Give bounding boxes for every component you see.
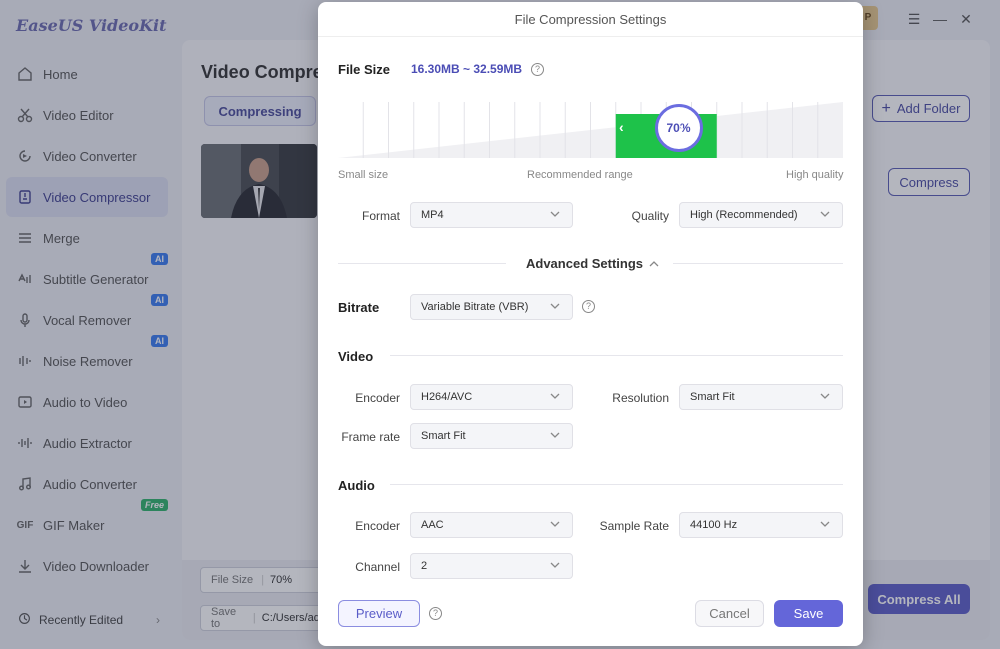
scale-label-small: Small size [338,169,389,181]
channel-select[interactable]: 2 [410,553,573,579]
format-select[interactable]: MP4 [410,202,573,228]
chevron-down-icon [820,521,830,527]
divider [390,484,843,485]
chevron-left-icon[interactable]: ‹ [619,119,624,135]
format-value: MP4 [421,209,444,221]
advanced-settings-label: Advanced Settings [526,256,644,271]
help-icon[interactable]: ? [582,300,595,313]
scale-label-recommended: Recommended range [527,169,633,181]
chevron-right-icon[interactable]: › [679,119,684,135]
quality-value: High (Recommended) [690,209,798,221]
chevron-down-icon [550,303,560,309]
channel-label: Channel [355,560,400,574]
divider [318,36,863,37]
video-encoder-value: H264/AVC [421,391,473,403]
format-label: Format [361,209,400,223]
preview-button[interactable]: Preview [338,600,420,627]
bitrate-label: Bitrate [338,300,380,315]
video-encoder-label: Encoder [355,391,400,405]
video-section-title: Video [338,349,374,364]
chevron-down-icon [550,393,560,399]
save-button[interactable]: Save [774,600,843,627]
frame-rate-value: Smart Fit [421,430,466,442]
chevron-up-icon [649,260,659,266]
chevron-down-icon [550,521,560,527]
bitrate-value: Variable Bitrate (VBR) [421,301,529,313]
sample-rate-select[interactable]: 44100 Hz [679,512,843,538]
divider [390,355,843,356]
sample-rate-value: 44100 Hz [690,519,738,531]
chevron-down-icon [820,211,830,217]
advanced-settings-toggle[interactable]: Advanced Settings [526,256,659,271]
audio-encoder-select[interactable]: AAC [410,512,573,538]
quality-select[interactable]: High (Recommended) [679,202,843,228]
file-size-label: File Size [338,62,391,77]
help-icon[interactable]: ? [429,607,442,620]
chevron-down-icon [550,432,560,438]
divider [338,263,506,264]
help-icon[interactable]: ? [531,63,544,76]
scale-label-high: High quality [786,169,844,181]
file-size-range: 16.30MB ~ 32.59MB [411,62,523,76]
chevron-down-icon [820,393,830,399]
chevron-down-icon [550,562,560,568]
resolution-value: Smart Fit [690,391,735,403]
audio-section-title: Audio [338,478,375,493]
sample-rate-label: Sample Rate [599,519,669,533]
cancel-button[interactable]: Cancel [695,600,764,627]
resolution-select[interactable]: Smart Fit [679,384,843,410]
frame-rate-select[interactable]: Smart Fit [410,423,573,449]
resolution-label: Resolution [612,391,669,405]
chevron-down-icon [550,211,560,217]
video-encoder-select[interactable]: H264/AVC [410,384,573,410]
divider [673,263,843,264]
channel-value: 2 [421,560,428,572]
audio-encoder-label: Encoder [355,519,400,533]
quality-label: Quality [631,209,669,223]
compression-slider[interactable] [338,102,843,158]
dialog-title: File Compression Settings [514,12,667,27]
audio-encoder-value: AAC [421,519,444,531]
file-compression-dialog: File Compression Settings File Size 16.3… [318,2,863,646]
bitrate-select[interactable]: Variable Bitrate (VBR) [410,294,573,320]
frame-rate-label: Frame rate [341,430,400,444]
